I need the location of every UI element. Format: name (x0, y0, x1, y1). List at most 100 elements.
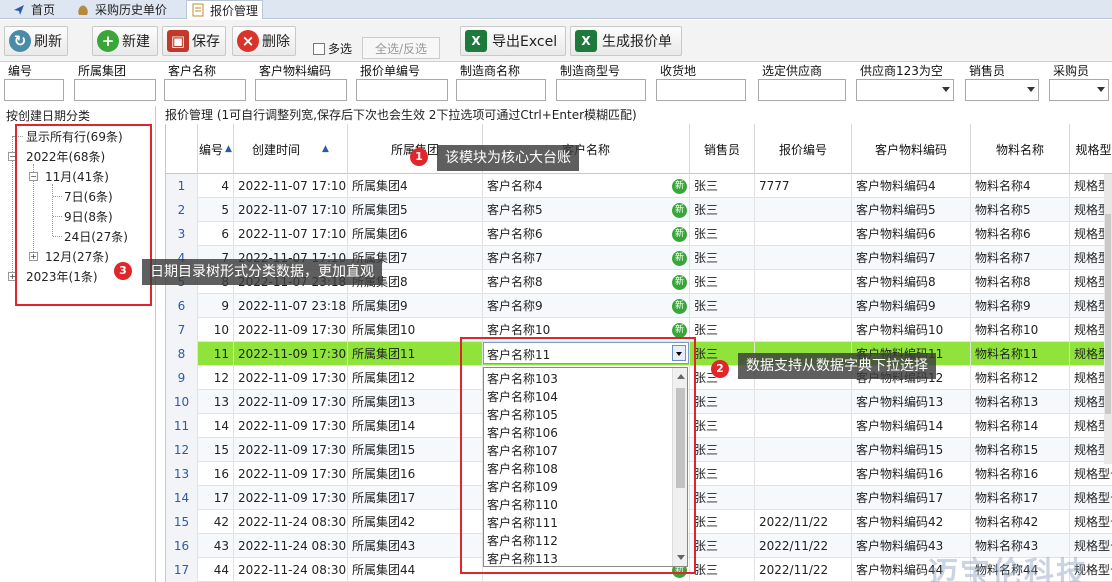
cell-created-time[interactable]: 2022-11-24 08:30 (234, 534, 348, 558)
cell-id[interactable]: 11 (198, 342, 234, 366)
cell-id[interactable]: 4 (198, 174, 234, 198)
cell-quote-no[interactable]: 2022/11/22 (755, 510, 852, 534)
cell-group[interactable]: 所属集团13 (348, 390, 483, 414)
table-row[interactable]: 7 10 2022-11-09 17:30 所属集团10 客户名称10 张三 客户物料编码1… (166, 318, 1112, 342)
header-id[interactable]: 编号 ▲ (198, 124, 234, 174)
row-number[interactable]: 10 (166, 390, 198, 414)
cell-sales[interactable]: 张三 (690, 510, 755, 534)
cell-material[interactable]: 物料名称9 (971, 294, 1070, 318)
cell-material[interactable]: 物料名称6 (971, 222, 1070, 246)
table-row[interactable]: 2 5 2022-11-07 17:10 所属集团5 客户名称5 张三 客户物料编码5 物料名… (166, 198, 1112, 222)
cell-quote-no[interactable]: 7777 (755, 174, 852, 198)
cell-id[interactable]: 13 (198, 390, 234, 414)
cell-customer-code[interactable]: 客户物料编码14 (852, 414, 971, 438)
cell-quote-no[interactable] (755, 438, 852, 462)
filter-input-supplier[interactable] (758, 79, 846, 101)
table-row[interactable]: 6 9 2022-11-07 23:18 所属集团9 客户名称9 张三 客户物料编码9 物料名… (166, 294, 1112, 318)
filter-input-customer-code[interactable] (255, 79, 347, 101)
cell-created-time[interactable]: 2022-11-09 17:30 (234, 414, 348, 438)
cell-group[interactable]: 所属集团6 (348, 222, 483, 246)
cell-created-time[interactable]: 2022-11-09 17:30 (234, 462, 348, 486)
cell-group[interactable]: 所属集团9 (348, 294, 483, 318)
row-number[interactable]: 1 (166, 174, 198, 198)
dropdown-option[interactable]: 客户名称113 (487, 550, 558, 566)
cell-created-time[interactable]: 2022-11-09 17:30 (234, 390, 348, 414)
export-excel-button[interactable]: X 导出Excel (460, 26, 566, 56)
cell-customer-code[interactable]: 客户物料编码15 (852, 438, 971, 462)
cell-id[interactable]: 5 (198, 198, 234, 222)
cell-sales[interactable]: 张三 (690, 414, 755, 438)
cell-quote-no[interactable]: 2022/11/22 (755, 558, 852, 582)
chevron-down-icon[interactable] (672, 345, 686, 361)
cell-quote-no[interactable] (755, 486, 852, 510)
tree-item-show-all[interactable]: 显示所有行(69条) (26, 128, 123, 145)
customer-combo-editor[interactable]: 客户名称11 (483, 342, 689, 364)
cell-id[interactable]: 42 (198, 510, 234, 534)
cell-sales[interactable]: 张三 (690, 558, 755, 582)
cell-group[interactable]: 所属集团14 (348, 414, 483, 438)
dropdown-option[interactable]: 客户名称112 (487, 532, 558, 549)
cell-group[interactable]: 所属集团4 (348, 174, 483, 198)
row-number[interactable]: 2 (166, 198, 198, 222)
filter-input-delivery[interactable] (656, 79, 746, 101)
cell-material[interactable]: 物料名称11 (971, 342, 1070, 366)
cell-quote-no[interactable]: 2022/11/22 (755, 534, 852, 558)
cell-sales[interactable]: 张三 (690, 390, 755, 414)
cell-customer[interactable]: 客户名称9 (483, 294, 690, 318)
tree-item-day-24[interactable]: 24日(27条) (64, 228, 128, 245)
dropdown-option[interactable]: 客户名称111 (487, 514, 558, 531)
cell-sales[interactable]: 张三 (690, 246, 755, 270)
cell-material[interactable]: 物料名称4 (971, 174, 1070, 198)
cell-material[interactable]: 物料名称12 (971, 366, 1070, 390)
scroll-up-icon[interactable] (677, 374, 685, 379)
cell-quote-no[interactable] (755, 198, 852, 222)
refresh-button[interactable]: ↻ 刷新 (4, 26, 68, 56)
cell-material[interactable]: 物料名称42 (971, 510, 1070, 534)
cell-customer[interactable]: 客户名称6 (483, 222, 690, 246)
dropdown-option[interactable]: 客户名称105 (487, 406, 558, 423)
cell-group[interactable]: 所属集团17 (348, 486, 483, 510)
cell-created-time[interactable]: 2022-11-07 17:10 (234, 222, 348, 246)
tree-item-day-9[interactable]: 9日(8条) (64, 208, 113, 225)
filter-input-customer[interactable] (164, 79, 246, 101)
cell-customer-code[interactable]: 客户物料编码13 (852, 390, 971, 414)
cell-created-time[interactable]: 2022-11-09 17:30 (234, 318, 348, 342)
tree-expand-icon[interactable]: + (29, 252, 38, 261)
header-quote-no[interactable]: 报价编号 (755, 124, 852, 174)
filter-input-group[interactable] (74, 79, 156, 101)
cell-customer[interactable]: 客户名称4 (483, 174, 690, 198)
cell-sales[interactable]: 张三 (690, 438, 755, 462)
header-spec[interactable]: 规格型号 (1070, 124, 1112, 174)
cell-id[interactable]: 43 (198, 534, 234, 558)
cell-customer-code[interactable]: 客户物料编码8 (852, 270, 971, 294)
cell-quote-no[interactable] (755, 294, 852, 318)
cell-id[interactable]: 44 (198, 558, 234, 582)
cell-spec[interactable]: 规格型号 (1070, 486, 1112, 510)
cell-customer-code[interactable]: 客户物料编码5 (852, 198, 971, 222)
cell-created-time[interactable]: 2022-11-09 17:30 (234, 366, 348, 390)
filter-select-supplier-empty[interactable] (856, 79, 954, 101)
header-created-time[interactable]: 创建时间 ▲ (234, 124, 348, 174)
cell-material[interactable]: 物料名称8 (971, 270, 1070, 294)
row-number[interactable]: 13 (166, 462, 198, 486)
cell-id[interactable]: 10 (198, 318, 234, 342)
table-row[interactable]: 1 4 2022-11-07 17:10 所属集团4 客户名称4 张三 7777 客户物料编码… (166, 174, 1112, 198)
cell-sales[interactable]: 张三 (690, 486, 755, 510)
cell-sales[interactable]: 张三 (690, 198, 755, 222)
cell-customer-code[interactable]: 客户物料编码9 (852, 294, 971, 318)
dropdown-option[interactable]: 客户名称110 (487, 496, 558, 513)
cell-created-time[interactable]: 2022-11-09 17:30 (234, 486, 348, 510)
cell-created-time[interactable]: 2022-11-24 08:30 (234, 510, 348, 534)
tab-home[interactable]: 首页 (8, 0, 59, 19)
row-number[interactable]: 6 (166, 294, 198, 318)
cell-customer-code[interactable]: 客户物料编码7 (852, 246, 971, 270)
cell-customer-code[interactable]: 客户物料编码4 (852, 174, 971, 198)
cell-quote-no[interactable] (755, 462, 852, 486)
scrollbar-thumb[interactable] (676, 388, 685, 488)
scrollbar-thumb[interactable] (1105, 214, 1111, 414)
cell-material[interactable]: 物料名称5 (971, 198, 1070, 222)
filter-select-sales[interactable] (965, 79, 1039, 101)
cell-customer[interactable]: 客户名称8 (483, 270, 690, 294)
cell-sales[interactable]: 张三 (690, 174, 755, 198)
cell-id[interactable]: 14 (198, 414, 234, 438)
